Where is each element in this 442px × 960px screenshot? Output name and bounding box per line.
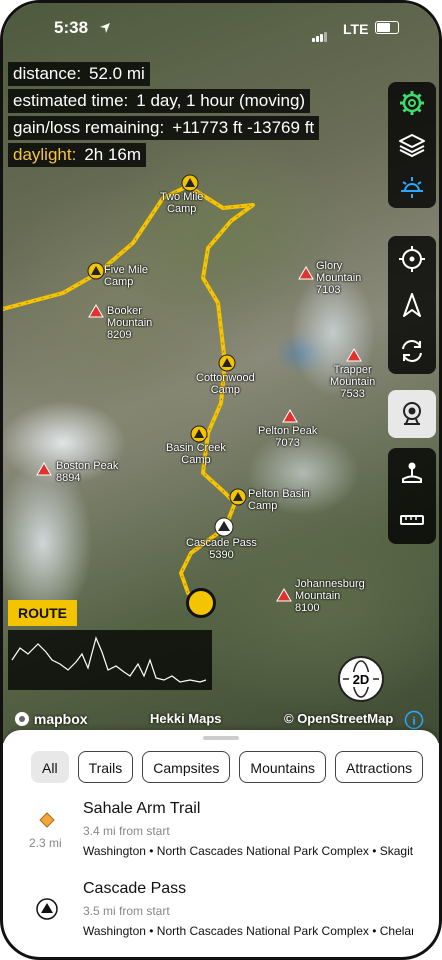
status-bar: 5:38 LTE	[0, 0, 442, 50]
peak-marker-icon[interactable]	[36, 462, 52, 476]
peak-triangle-icon	[36, 898, 58, 920]
filter-attractions[interactable]: Attractions	[335, 751, 424, 783]
elevation-profile-line	[11, 636, 207, 683]
label-pelton-peak: Pelton Peak 7073	[258, 425, 318, 449]
orientation-button[interactable]	[388, 282, 436, 328]
sheet-grabber[interactable]	[203, 736, 239, 740]
stat-gain-loss: gain/loss remaining: +11773 ft -13769 ft	[8, 116, 320, 140]
compass-arrow-icon	[403, 293, 421, 317]
route-label[interactable]: ROUTE	[8, 600, 77, 626]
mapbox-logo-icon	[15, 712, 29, 726]
filter-trails[interactable]: Trails	[77, 751, 134, 783]
result-subtitle: 3.5 mi from start	[83, 904, 170, 918]
camp-marker-icon[interactable]	[181, 174, 199, 192]
tools-toolbar	[388, 448, 436, 544]
result-title: Cascade Pass	[83, 880, 187, 897]
peak-marker-icon[interactable]	[88, 304, 104, 318]
result-title: Sahale Arm Trail	[83, 800, 201, 817]
result-location: Washington • North Cascades National Par…	[83, 924, 413, 938]
gear-icon	[400, 91, 424, 115]
street-view-button[interactable]	[388, 390, 436, 438]
label-basin-creek-camp: Basin Creek Camp	[166, 442, 226, 466]
hekki-credit: Hekki Maps	[150, 711, 222, 726]
result-subtitle: 3.4 mi from start	[83, 824, 170, 838]
sun-icon	[401, 177, 423, 198]
mapbox-credit[interactable]: mapbox	[14, 711, 88, 727]
stat-daylight: daylight: 2h 16m	[8, 143, 147, 167]
label-booker-mountain: Booker Mountain 8209	[107, 305, 153, 341]
flyover-button[interactable]	[388, 448, 436, 496]
search-results-sheet: All Trails Campsites Mountains Attractions 2…	[3, 730, 439, 957]
label-five-mile-camp: Five Mile Camp	[104, 264, 149, 288]
map-controls-toolbar	[388, 236, 436, 374]
ruler-icon	[400, 515, 424, 525]
filter-all[interactable]: All	[31, 751, 69, 783]
label-johannesburg-mountain: Johannesburg Mountain 8100	[295, 578, 365, 614]
refresh-button[interactable]	[388, 328, 436, 374]
svg-text:i: i	[412, 714, 416, 728]
osm-credit[interactable]: © OpenStreetMap	[284, 711, 393, 726]
result-location: Washington • North Cascades National Par…	[83, 844, 413, 858]
filter-mountains[interactable]: Mountains	[239, 751, 326, 783]
measure-button[interactable]	[388, 496, 436, 544]
crosshair-icon	[399, 246, 425, 272]
label-glory-mountain: Glory Mountain 7103	[316, 260, 362, 296]
current-position-marker[interactable]	[186, 588, 216, 618]
list-item[interactable]: Cascade Pass 3.5 mi from start Washingto…	[3, 880, 439, 950]
trail-diamond-icon	[39, 812, 55, 828]
label-trapper-mountain: Trapper Mountain 7533	[330, 364, 376, 400]
label-two-mile-camp: Two Mile Camp	[160, 191, 204, 215]
camp-marker-icon[interactable]	[87, 262, 105, 280]
result-distance: 2.3 mi	[29, 836, 62, 850]
stat-estimated-time: estimated time: 1 day, 1 hour (moving)	[8, 89, 311, 113]
label-cottonwood-camp: Cottonwood Camp	[196, 372, 255, 396]
daylight-button[interactable]	[388, 166, 436, 208]
location-arrow-icon	[100, 23, 110, 33]
battery-icon	[375, 21, 399, 34]
signal-icon	[312, 24, 328, 42]
center-location-button[interactable]	[388, 236, 436, 282]
elevation-profile[interactable]	[8, 630, 212, 690]
info-icon[interactable]: i	[404, 710, 424, 730]
sync-icon	[402, 340, 422, 362]
layers-button[interactable]	[388, 124, 436, 166]
peak-marker-icon[interactable]	[346, 348, 362, 362]
status-time: 5:38	[54, 18, 89, 37]
camp-marker-icon[interactable]	[190, 425, 208, 443]
label-boston-peak: Boston Peak 8894	[56, 460, 119, 484]
toggle-2d-button[interactable]: 2D	[338, 656, 384, 702]
network-type: LTE	[343, 21, 369, 37]
map-settings-toolbar	[388, 82, 436, 208]
camp-marker-icon[interactable]	[229, 488, 247, 506]
camera-icon	[403, 402, 421, 425]
label-pelton-basin-camp: Pelton Basin Camp	[248, 488, 310, 512]
stat-distance: distance: 52.0 mi	[8, 62, 150, 86]
settings-button[interactable]	[388, 82, 436, 124]
peak-marker-icon[interactable]	[276, 588, 292, 602]
phone-screen: 5:38 LTE distance: 52.0 mi estimated time…	[0, 0, 442, 960]
peak-marker-icon[interactable]	[282, 409, 298, 423]
filter-chips: All Trails Campsites Mountains Attractions	[31, 751, 439, 785]
label-cascade-pass: Cascade Pass 5390	[186, 537, 257, 561]
pass-marker-icon[interactable]	[214, 517, 234, 537]
list-item[interactable]: 2.3 mi Sahale Arm Trail 3.4 mi from star…	[3, 800, 439, 870]
filter-campsites[interactable]: Campsites	[142, 751, 231, 783]
layers-icon	[399, 134, 425, 158]
joystick-icon	[402, 462, 422, 483]
peak-marker-icon[interactable]	[298, 266, 314, 280]
camp-marker-icon[interactable]	[218, 354, 236, 372]
view-mode-label: 2D	[350, 671, 372, 687]
